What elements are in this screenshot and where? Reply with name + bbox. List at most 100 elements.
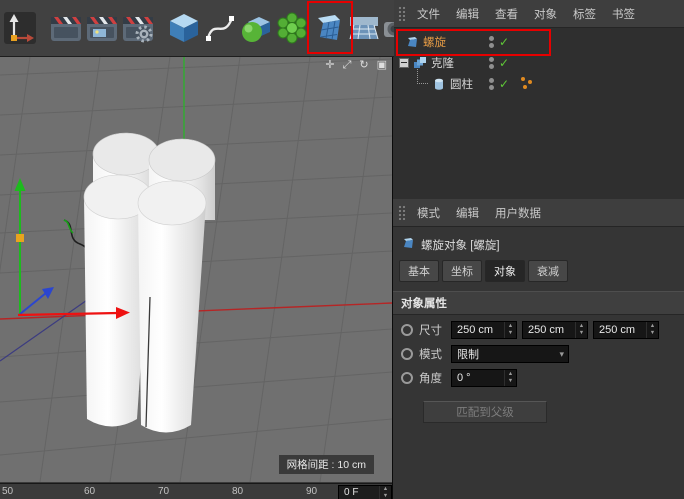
object-row-twist[interactable]: 螺旋 bbox=[393, 31, 684, 52]
section-header-object-properties: 对象属性 bbox=[393, 291, 684, 315]
angle-label: 角度 bbox=[419, 370, 451, 386]
render-picture-viewer-button[interactable] bbox=[84, 3, 120, 53]
am-menu-edit[interactable]: 编辑 bbox=[448, 205, 487, 221]
mograph-tag-icon[interactable] bbox=[520, 77, 535, 90]
mode-dropdown[interactable]: 限制 bbox=[451, 345, 569, 363]
camera-icon bbox=[383, 11, 394, 45]
visibility-dots[interactable] bbox=[489, 78, 494, 90]
generators-icon bbox=[239, 11, 273, 45]
om-menu-tags[interactable]: 标签 bbox=[565, 6, 604, 22]
enabled-check-icon[interactable] bbox=[499, 77, 509, 91]
attribute-manager-menu: 模式 编辑 用户数据 bbox=[393, 199, 684, 227]
generators-button[interactable] bbox=[238, 3, 274, 53]
panel-grip-icon[interactable] bbox=[398, 205, 406, 220]
viewport-nav-controls bbox=[325, 58, 387, 72]
render-view-button[interactable] bbox=[48, 3, 84, 53]
attribute-tabs: 基本 坐标 对象 衰减 bbox=[393, 258, 684, 289]
array-flower-icon bbox=[275, 11, 309, 45]
maximize-view-icon[interactable] bbox=[377, 58, 387, 72]
current-frame-field[interactable]: 0 F bbox=[338, 485, 392, 499]
twist-object-icon bbox=[405, 35, 419, 49]
pan-view-icon[interactable] bbox=[325, 58, 334, 72]
object-manager-menu: 文件 编辑 查看 对象 标签 书签 bbox=[393, 0, 684, 28]
object-label: 克隆 bbox=[431, 55, 454, 71]
spline-pen-button[interactable] bbox=[202, 3, 238, 53]
cloner-object-icon bbox=[413, 56, 427, 70]
axis-workplane-icon bbox=[3, 11, 37, 45]
panel-grip-icon[interactable] bbox=[398, 6, 406, 21]
render-settings-button[interactable] bbox=[120, 3, 156, 53]
stepper-icon[interactable] bbox=[575, 322, 587, 338]
environment-floor-button[interactable] bbox=[346, 3, 382, 53]
angle-field-row: 角度 0 ° bbox=[393, 363, 684, 387]
keyframe-circle-icon[interactable] bbox=[401, 348, 413, 360]
size-label: 尺寸 bbox=[419, 322, 451, 338]
keyframe-circle-icon[interactable] bbox=[401, 372, 413, 384]
render-settings-icon bbox=[121, 11, 155, 45]
ruler-tick: 70 bbox=[158, 486, 169, 497]
twist-object-icon bbox=[401, 236, 415, 253]
object-label: 螺旋 bbox=[423, 34, 446, 50]
cylinder-object-icon bbox=[432, 77, 446, 91]
object-row-cloner[interactable]: 克隆 bbox=[393, 52, 684, 73]
om-menu-view[interactable]: 查看 bbox=[487, 6, 526, 22]
spline-pen-icon bbox=[203, 11, 237, 45]
camera-button[interactable] bbox=[382, 3, 394, 53]
mode-label: 模式 bbox=[419, 346, 451, 362]
enabled-check-icon[interactable] bbox=[499, 35, 509, 49]
mode-field-row: 模式 限制 bbox=[393, 339, 684, 363]
axis-workplane-button[interactable] bbox=[2, 3, 38, 53]
timeline-ruler[interactable]: 50 60 70 80 90 0 F bbox=[0, 483, 392, 499]
stepper-icon[interactable] bbox=[504, 322, 516, 338]
dropdown-arrow-icon bbox=[559, 348, 568, 360]
array-modeling-button[interactable] bbox=[274, 3, 310, 53]
tab-basic[interactable]: 基本 bbox=[399, 260, 439, 282]
fit-to-parent-button[interactable]: 匹配到父级 bbox=[423, 401, 547, 423]
tab-object[interactable]: 对象 bbox=[485, 260, 525, 282]
twist-deformer-icon bbox=[311, 11, 345, 45]
attribute-manager: 螺旋对象 [螺旋] 基本 坐标 对象 衰减 对象属性 尺寸 250 cm 250… bbox=[393, 227, 684, 499]
tab-falloff[interactable]: 衰减 bbox=[528, 260, 568, 282]
ruler-tick: 80 bbox=[232, 486, 243, 497]
om-menu-object[interactable]: 对象 bbox=[526, 6, 565, 22]
grid-spacing-label: 网格间距 : 10 cm bbox=[279, 455, 374, 474]
visibility-dots[interactable] bbox=[489, 57, 494, 69]
size-z-field[interactable]: 250 cm bbox=[593, 321, 659, 339]
add-cube-button[interactable] bbox=[166, 3, 202, 53]
enabled-check-icon[interactable] bbox=[499, 56, 509, 70]
visibility-dots[interactable] bbox=[489, 36, 494, 48]
deformers-button[interactable] bbox=[310, 3, 346, 53]
angle-field[interactable]: 0 ° bbox=[451, 369, 517, 387]
cinema4d-window: 网格间距 : 10 cm 50 60 70 80 90 0 F 文件 编辑 查看… bbox=[0, 0, 684, 499]
stepper-icon[interactable] bbox=[646, 322, 658, 338]
viewport-3d[interactable]: 网格间距 : 10 cm bbox=[0, 57, 392, 482]
om-menu-bookmarks[interactable]: 书签 bbox=[604, 6, 643, 22]
am-menu-mode[interactable]: 模式 bbox=[409, 205, 448, 221]
object-label: 圆柱 bbox=[450, 76, 473, 92]
ruler-tick: 50 bbox=[2, 486, 13, 497]
render-view-icon bbox=[49, 11, 83, 45]
tree-connector bbox=[417, 69, 428, 84]
zoom-view-icon[interactable] bbox=[343, 58, 352, 72]
cube-primitive-icon bbox=[167, 11, 201, 45]
render-picture-viewer-icon bbox=[85, 11, 119, 45]
orbit-view-icon[interactable] bbox=[359, 58, 368, 72]
ruler-tick: 60 bbox=[84, 486, 95, 497]
om-menu-edit[interactable]: 编辑 bbox=[448, 6, 487, 22]
tab-coordinates[interactable]: 坐标 bbox=[442, 260, 482, 282]
frame-value: 0 F bbox=[339, 487, 379, 498]
am-menu-userdata[interactable]: 用户数据 bbox=[487, 205, 549, 221]
main-toolbar bbox=[0, 0, 394, 57]
size-x-field[interactable]: 250 cm bbox=[451, 321, 517, 339]
viewport-scene bbox=[0, 57, 392, 482]
expand-toggle-icon[interactable] bbox=[399, 58, 409, 68]
object-row-cylinder[interactable]: 圆柱 bbox=[393, 73, 684, 94]
ruler-tick: 90 bbox=[306, 486, 317, 497]
size-field-row: 尺寸 250 cm 250 cm 250 cm bbox=[393, 315, 684, 339]
om-menu-file[interactable]: 文件 bbox=[409, 6, 448, 22]
frame-stepper[interactable] bbox=[379, 486, 391, 499]
object-manager-tree: 螺旋 克隆 bbox=[393, 28, 684, 199]
size-y-field[interactable]: 250 cm bbox=[522, 321, 588, 339]
stepper-icon[interactable] bbox=[504, 370, 516, 386]
keyframe-circle-icon[interactable] bbox=[401, 324, 413, 336]
